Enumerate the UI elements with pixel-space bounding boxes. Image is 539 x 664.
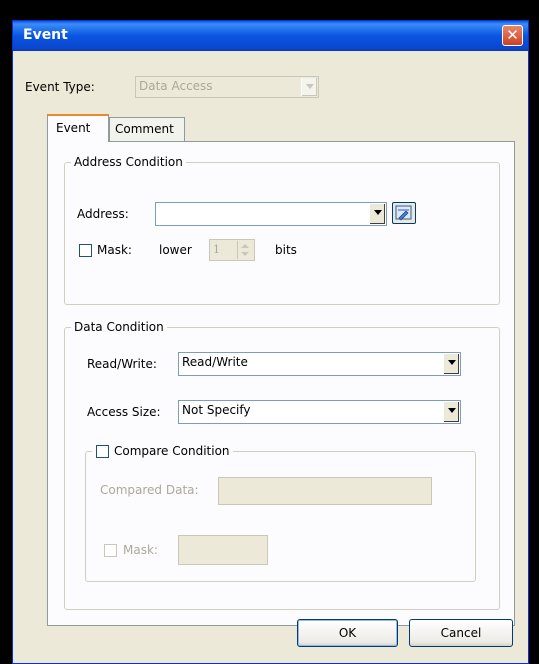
address-condition-legend: Address Condition	[71, 155, 186, 169]
read-write-select[interactable]: Read/Write	[178, 352, 461, 376]
address-mask-label: Mask:	[97, 243, 132, 257]
lower-label: lower	[159, 243, 192, 257]
address-condition-group: Address Condition Address: Mask: lower 1	[64, 155, 500, 305]
event-dialog: Event ✕ Event Type: Data Access Event Co…	[12, 20, 529, 664]
chevron-down-icon[interactable]	[369, 204, 385, 224]
compare-mask-field	[178, 535, 268, 565]
event-type-value: Data Access	[139, 79, 213, 93]
compare-condition-group: Compare Condition Compared Data: Mask:	[85, 444, 476, 582]
compare-condition-legend: Compare Condition	[92, 444, 233, 458]
access-size-select[interactable]: Not Specify	[178, 400, 461, 424]
compare-mask-label: Mask:	[123, 543, 158, 557]
bits-label: bits	[275, 243, 297, 257]
title-bar[interactable]: Event ✕	[13, 21, 528, 51]
read-write-value: Read/Write	[182, 355, 248, 369]
compare-condition-checkbox[interactable]	[96, 445, 109, 458]
address-mask-checkbox[interactable]	[79, 244, 92, 257]
compare-mask-checkbox	[104, 544, 117, 557]
close-icon[interactable]: ✕	[502, 25, 523, 46]
chevron-up-icon	[241, 244, 249, 248]
ok-button[interactable]: OK	[297, 619, 398, 647]
address-label: Address:	[77, 207, 129, 221]
data-condition-group: Data Condition Read/Write: Read/Write Ac…	[64, 320, 500, 610]
access-size-label: Access Size:	[87, 405, 161, 419]
event-type-label: Event Type:	[25, 80, 95, 94]
read-write-label: Read/Write:	[87, 357, 157, 371]
compared-data-label: Compared Data:	[100, 483, 199, 497]
dialog-title: Event	[23, 27, 68, 43]
lower-bits-value: 1	[213, 243, 220, 256]
event-tab-panel: Address Condition Address: Mask: lower 1	[47, 141, 515, 626]
data-condition-legend: Data Condition	[71, 320, 167, 334]
event-type-select: Data Access	[135, 76, 319, 98]
chevron-down-icon[interactable]	[443, 402, 459, 422]
chevron-down-icon	[301, 78, 317, 96]
tab-comment-label: Comment	[115, 122, 174, 136]
chevron-down-icon[interactable]	[443, 354, 459, 374]
tab-event[interactable]: Event	[47, 114, 109, 142]
tab-comment[interactable]: Comment	[109, 117, 185, 141]
chevron-down-icon	[241, 252, 249, 256]
spinner-buttons	[237, 241, 253, 259]
address-combo[interactable]	[155, 202, 387, 226]
access-size-value: Not Specify	[182, 403, 251, 417]
compared-data-field	[218, 477, 432, 505]
symbol-browse-icon	[395, 205, 412, 221]
lower-bits-spinner: 1	[209, 239, 255, 261]
address-browse-button[interactable]	[392, 202, 416, 224]
tab-event-label: Event	[56, 121, 91, 135]
cancel-button[interactable]: Cancel	[409, 619, 513, 647]
